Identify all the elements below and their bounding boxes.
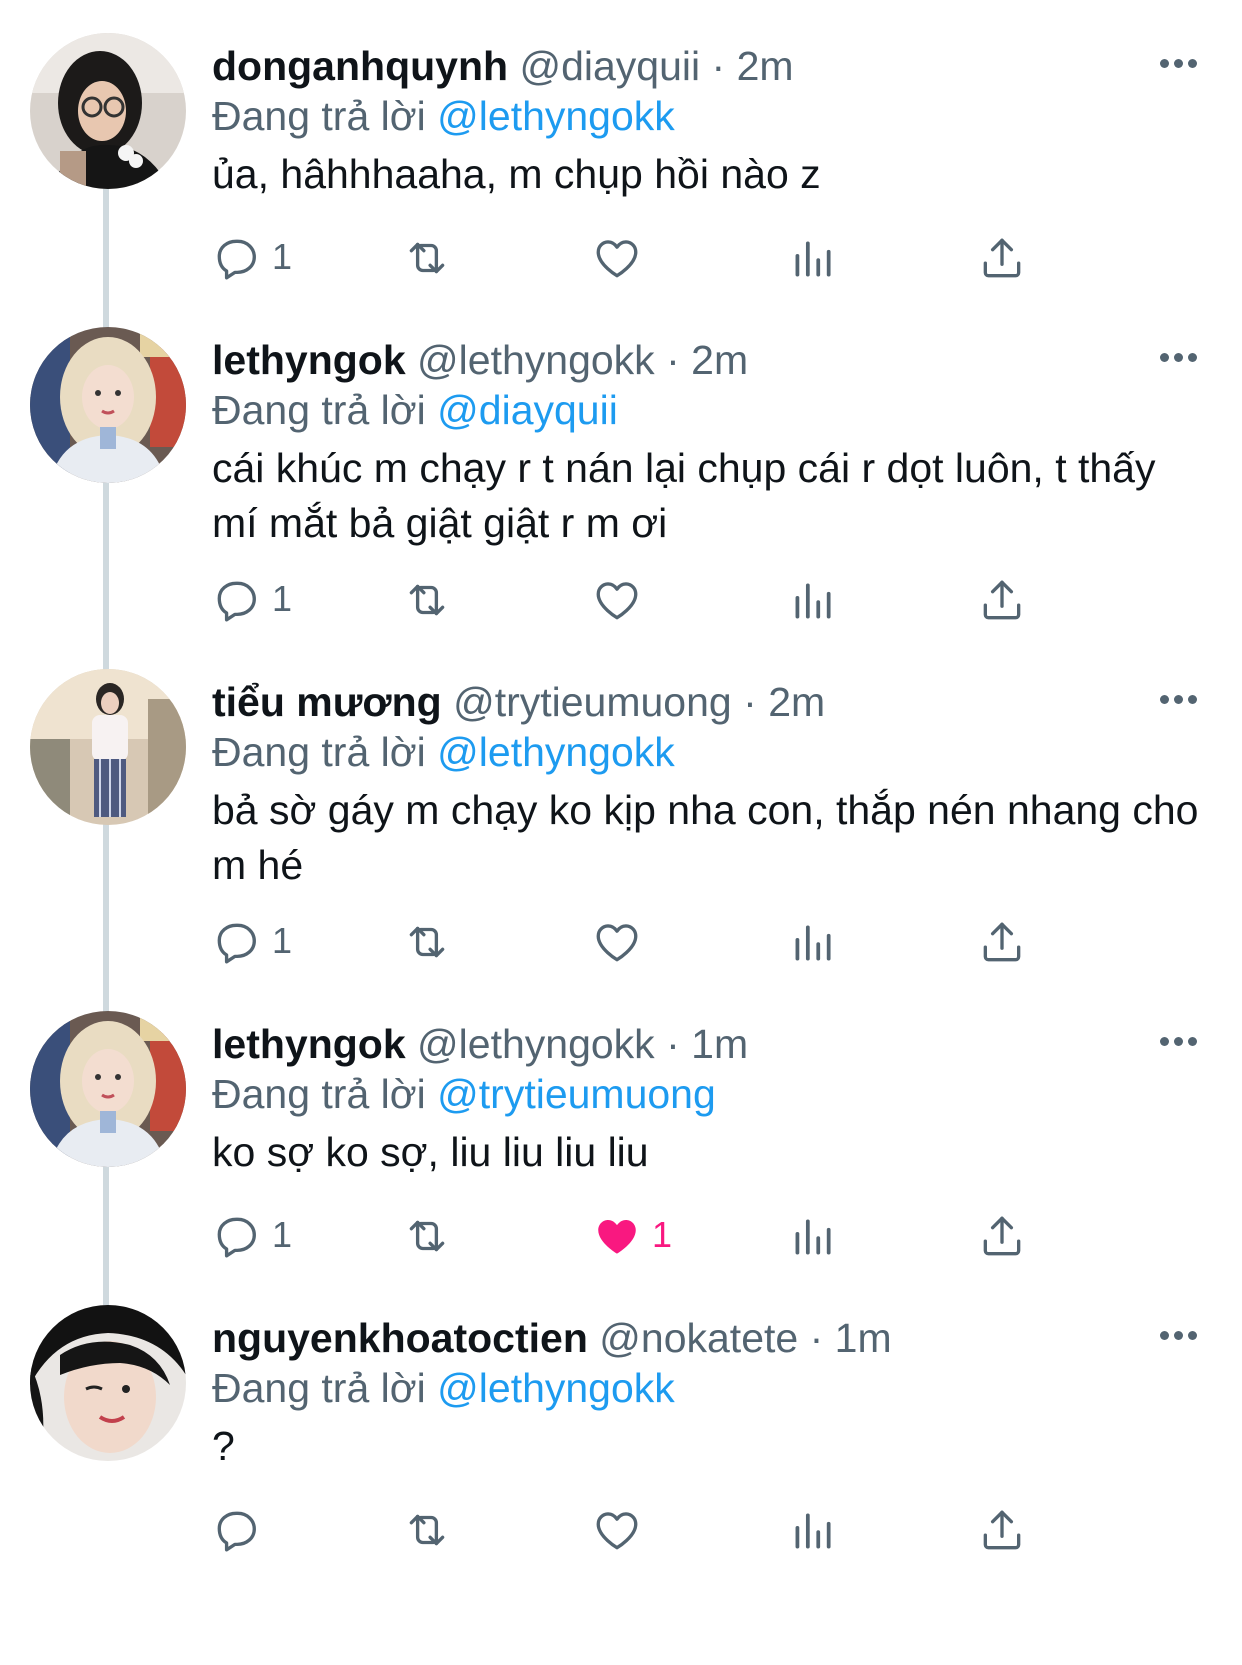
mention-link[interactable]: @trytieumuong: [437, 1071, 716, 1117]
timestamp[interactable]: 1m: [835, 1315, 892, 1361]
mention-link[interactable]: @diayquii: [437, 387, 618, 433]
tweet-text: ko sợ ko sợ, liu liu liu liu: [212, 1129, 649, 1175]
replying-to: Đang trả lời @diayquii: [212, 382, 618, 438]
handle[interactable]: @trytieumuong: [453, 679, 732, 725]
avatar[interactable]: [30, 669, 186, 825]
separator-dot: ·: [666, 337, 680, 383]
tweet-text: ủa, hâhhhaaha, m chụp hồi nào z: [212, 151, 821, 197]
replying-to: Đang trả lời @lethyngokk: [212, 724, 675, 780]
replying-to-label: Đang trả lời: [212, 387, 426, 433]
reply-count: 1: [272, 236, 293, 277]
avatar[interactable]: [30, 1011, 186, 1167]
tweet-header: nguyenkhoatoctien @nokatete · 1m: [212, 1310, 892, 1366]
thread-connector-line: [103, 1157, 109, 1307]
tweet-text: cái khúc m chạy r t nán lại chụp cái r d…: [212, 445, 1156, 546]
tweet-actions: 1: [212, 570, 1112, 630]
more-options-icon[interactable]: [1160, 691, 1210, 711]
replying-to-label: Đang trả lời: [212, 1365, 426, 1411]
replying-to: Đang trả lời @lethyngokk: [212, 1360, 675, 1416]
timestamp[interactable]: 2m: [737, 43, 794, 89]
handle[interactable]: @lethyngokk: [417, 337, 655, 383]
handle[interactable]: @lethyngokk: [417, 1021, 655, 1067]
more-options-icon[interactable]: [1160, 349, 1210, 369]
timestamp[interactable]: 1m: [691, 1021, 748, 1067]
avatar[interactable]: [30, 327, 186, 483]
tweet-header: lethyngok @lethyngokk · 2m: [212, 332, 748, 388]
separator-dot: ·: [743, 679, 757, 725]
mention-link[interactable]: @lethyngokk: [437, 1365, 675, 1411]
separator-dot: ·: [666, 1021, 680, 1067]
tweet-actions: 1: [212, 228, 1112, 288]
thread-connector-line: [103, 180, 109, 330]
separator-dot: ·: [809, 1315, 824, 1361]
mention-link[interactable]: @lethyngokk: [437, 93, 675, 139]
tweet-actions: 1: [212, 912, 1112, 972]
more-options-icon[interactable]: [1160, 1033, 1210, 1053]
separator-dot: ·: [711, 43, 726, 89]
display-name[interactable]: tiểu mương: [212, 679, 442, 725]
display-name[interactable]: donganhquynh: [212, 43, 508, 89]
timestamp[interactable]: 2m: [691, 337, 748, 383]
reply-count: 1: [272, 578, 293, 619]
display-name[interactable]: lethyngok: [212, 1021, 406, 1067]
mention-link[interactable]: @lethyngokk: [437, 729, 675, 775]
timestamp[interactable]: 2m: [768, 679, 825, 725]
thread-connector-line: [103, 815, 109, 1013]
thread-connector-line: [103, 473, 109, 671]
replying-to-label: Đang trả lời: [212, 93, 426, 139]
handle[interactable]: @diayquii: [519, 43, 700, 89]
reply-thread: donganhquynh @diayquii · 2m Đang trả lời…: [0, 0, 1242, 1665]
tweet-actions: [212, 1500, 1112, 1560]
tweet-text: bả sờ gáy m chạy ko kịp nha con, thắp né…: [212, 787, 1199, 888]
avatar[interactable]: [30, 1305, 186, 1461]
display-name[interactable]: lethyngok: [212, 337, 406, 383]
tweet-actions: 1 1: [212, 1206, 1112, 1266]
like-count: 1: [652, 1214, 673, 1255]
replying-to: Đang trả lời @trytieumuong: [212, 1066, 716, 1122]
tweet-header: tiểu mương @trytieumuong · 2m: [212, 674, 825, 730]
handle[interactable]: @nokatete: [599, 1315, 798, 1361]
replying-to-label: Đang trả lời: [212, 1071, 426, 1117]
tweet-header: lethyngok @lethyngokk · 1m: [212, 1016, 748, 1072]
display-name[interactable]: nguyenkhoatoctien: [212, 1315, 588, 1361]
replying-to-label: Đang trả lời: [212, 729, 426, 775]
tweet-header: donganhquynh @diayquii · 2m: [212, 38, 794, 94]
reply-count: 1: [272, 1214, 293, 1255]
replying-to: Đang trả lời @lethyngokk: [212, 88, 675, 144]
avatar[interactable]: [30, 33, 186, 189]
more-options-icon[interactable]: [1160, 1327, 1210, 1347]
reply-count: 1: [272, 920, 293, 961]
tweet-text: ?: [212, 1423, 235, 1469]
more-options-icon[interactable]: [1160, 55, 1210, 75]
